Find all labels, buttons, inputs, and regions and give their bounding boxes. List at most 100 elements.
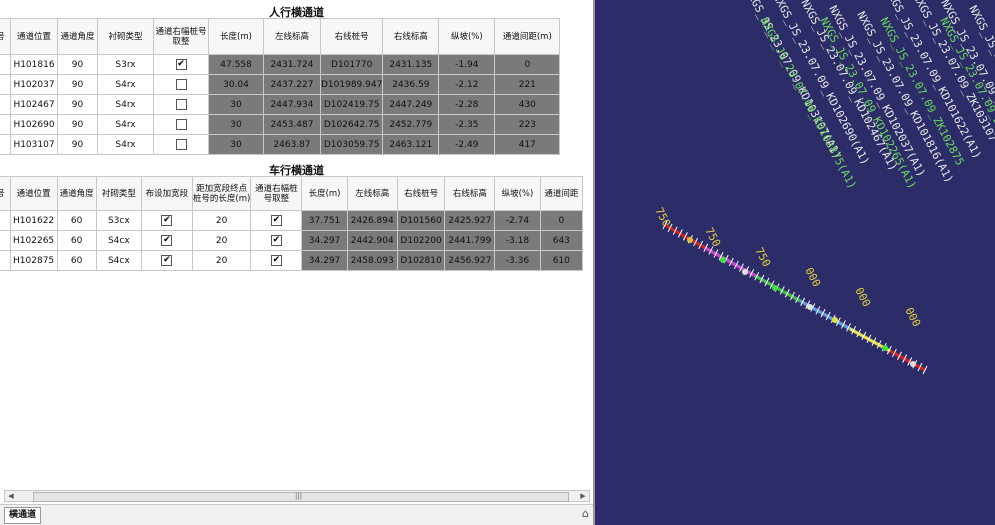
table-row[interactable]: H103107 90 S4rx 30 2463.87 D103059.75 2463.121… (0, 134, 561, 155)
cad-viewport[interactable]: NXGS_JS_23.07.09_KD103107(A1) NXGS_JS_23.… (593, 0, 995, 525)
row-checkbox[interactable]: ✔ (161, 235, 173, 246)
table-cell[interactable]: -2.12 (438, 74, 496, 95)
table-cell[interactable]: -2.35 (438, 114, 496, 135)
table-cell[interactable]: -2.49 (438, 134, 496, 155)
table-cell[interactable]: 2447.934 (263, 94, 321, 115)
table-cell[interactable]: S4rx (97, 74, 154, 95)
table-cell[interactable]: 20 (191, 210, 252, 231)
table-cell[interactable]: 2452.779 (382, 114, 440, 135)
table-row[interactable]: H101622 60 S3cx ✔ 20 ✔ 37.751 2426.894 D101560 24… (0, 210, 584, 231)
scroll-left-arrow-icon[interactable]: ◀ (5, 491, 17, 501)
table-row[interactable]: H102467 90 S4rx 30 2447.934 D102419.75 2447.24… (0, 94, 561, 115)
table-cell[interactable]: -3.36 (494, 250, 541, 271)
table-cell[interactable]: H101622 (9, 210, 58, 231)
table-cell[interactable]: H101816 (10, 54, 58, 75)
table-cell[interactable]: 90 (57, 134, 98, 155)
table-cell[interactable]: H102690 (10, 114, 58, 135)
table-cell[interactable]: 2458.093 (346, 250, 398, 271)
table-cell[interactable]: 610 (539, 250, 584, 271)
table-cell[interactable]: S4cx (95, 250, 142, 271)
row-checkbox[interactable]: ✔ (161, 255, 173, 266)
row-checkbox[interactable] (175, 119, 187, 130)
table-cell[interactable] (0, 250, 11, 271)
table-row[interactable]: H102037 90 S4rx 30.04 2437.227 D101989.947 243… (0, 74, 561, 95)
horizontal-scrollbar[interactable]: ◀ ||| ▶ (4, 490, 590, 502)
home-icon[interactable]: ⌂ (582, 507, 589, 520)
table-cell[interactable]: -1.94 (438, 54, 496, 75)
table-cell[interactable]: 20 (191, 230, 252, 251)
table-cell[interactable]: D101560 (396, 210, 446, 231)
table-cell[interactable]: 30 (208, 94, 264, 115)
table-cell[interactable]: 0 (494, 54, 561, 75)
row-checkbox[interactable] (175, 139, 187, 150)
table-cell[interactable] (0, 74, 11, 95)
table-cell[interactable]: D103059.75 (319, 134, 384, 155)
table-row[interactable]: H102690 90 S4rx 30 2453.487 D102642.75 2452.77… (0, 114, 561, 135)
table-cell[interactable]: 2453.487 (263, 114, 321, 135)
table-cell[interactable]: 30 (208, 134, 264, 155)
table-cell[interactable]: 34.297 (301, 250, 348, 271)
table-cell[interactable]: 30.04 (208, 74, 264, 95)
tab-cross-passage[interactable]: 横通道 (4, 507, 42, 524)
table-cell[interactable]: H102875 (9, 250, 58, 271)
row-checkbox[interactable] (175, 99, 187, 110)
table-cell[interactable]: 60 (56, 250, 97, 271)
table-cell[interactable] (0, 134, 11, 155)
row-checkbox[interactable]: ✔ (270, 255, 282, 266)
table-cell[interactable]: 2426.894 (346, 210, 398, 231)
row-checkbox[interactable]: ✔ (270, 235, 282, 246)
row-checkbox[interactable] (175, 79, 187, 90)
table-cell[interactable]: 430 (494, 94, 561, 115)
table-cell[interactable]: D102419.75 (319, 94, 384, 115)
table-cell[interactable]: 30 (208, 114, 264, 135)
table-cell[interactable]: 2463.121 (382, 134, 440, 155)
row-checkbox[interactable]: ✔ (270, 215, 282, 226)
row-checkbox[interactable]: ✔ (175, 59, 187, 70)
table-cell[interactable] (0, 230, 11, 251)
table-cell[interactable]: 2441.799 (444, 230, 496, 251)
table-cell[interactable]: 2456.927 (444, 250, 496, 271)
table-cell[interactable]: 2431.135 (382, 54, 440, 75)
table-cell[interactable]: 221 (494, 74, 561, 95)
table-cell[interactable] (0, 54, 11, 75)
row-checkbox[interactable]: ✔ (161, 215, 173, 226)
table-cell[interactable]: 20 (191, 250, 252, 271)
table-cell[interactable]: -3.18 (494, 230, 541, 251)
table-cell[interactable]: 90 (57, 74, 98, 95)
table-cell[interactable]: 223 (494, 114, 561, 135)
table-cell[interactable]: S4rx (97, 94, 154, 115)
table-cell[interactable]: 2463.87 (263, 134, 321, 155)
table-cell[interactable]: H102037 (10, 74, 58, 95)
table-cell[interactable]: D101770 (319, 54, 384, 75)
table-cell[interactable]: H103107 (10, 134, 58, 155)
table-cell[interactable]: 90 (57, 54, 98, 75)
table-cell[interactable]: S4rx (97, 134, 154, 155)
table-cell[interactable]: S4rx (97, 114, 154, 135)
table-cell[interactable]: -2.74 (494, 210, 541, 231)
table-cell[interactable]: 0 (539, 210, 584, 231)
table-cell[interactable]: S3cx (95, 210, 142, 231)
table-cell[interactable]: 60 (56, 210, 97, 231)
table-cell[interactable]: S4cx (95, 230, 142, 251)
table-cell[interactable]: 417 (494, 134, 561, 155)
table-cell[interactable]: H102467 (10, 94, 58, 115)
table-cell[interactable]: D101989.947 (319, 74, 384, 95)
table-cell[interactable] (0, 210, 11, 231)
table-cell[interactable]: 2437.227 (263, 74, 321, 95)
table-cell[interactable]: 2431.724 (263, 54, 321, 75)
table-row[interactable]: H102875 60 S4cx ✔ 20 ✔ 34.297 2458.093 D102810 24… (0, 250, 584, 271)
scroll-right-arrow-icon[interactable]: ▶ (577, 491, 589, 501)
table-cell[interactable]: 643 (539, 230, 584, 251)
table-cell[interactable]: D102810 (396, 250, 446, 271)
table-cell[interactable]: 60 (56, 230, 97, 251)
table-cell[interactable]: 2436.59 (382, 74, 440, 95)
table-cell[interactable]: S3rx (97, 54, 154, 75)
table-cell[interactable]: H102265 (9, 230, 58, 251)
table-cell[interactable]: 90 (57, 114, 98, 135)
table-row[interactable]: H102265 60 S4cx ✔ 20 ✔ 34.297 2442.904 D102200 24… (0, 230, 584, 251)
table-cell[interactable]: 2442.904 (346, 230, 398, 251)
table-cell[interactable]: 47.558 (208, 54, 264, 75)
table-cell[interactable] (0, 94, 11, 115)
table-cell[interactable]: 34.297 (301, 230, 348, 251)
table-cell[interactable]: -2.28 (438, 94, 496, 115)
